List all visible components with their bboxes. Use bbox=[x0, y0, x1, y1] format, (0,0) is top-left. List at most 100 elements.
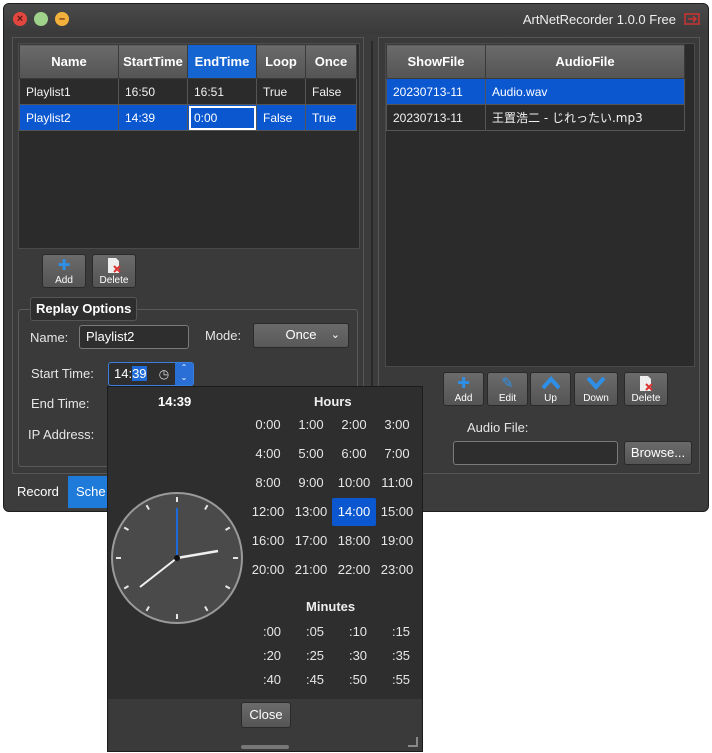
title-bar: × – ArtNetRecorder 1.0.0 Free bbox=[4, 4, 708, 34]
table-cell[interactable]: 王置浩二 - じれったい.mp3 bbox=[485, 104, 685, 131]
column-header-name[interactable]: Name bbox=[19, 44, 119, 79]
column-header-endtime[interactable]: EndTime bbox=[187, 44, 257, 79]
hour-option[interactable]: 7:00 bbox=[375, 440, 419, 468]
minute-option[interactable]: :40 bbox=[250, 669, 294, 691]
table-row[interactable]: 20230713-11 王置浩二 - じれったい.mp3 bbox=[386, 104, 685, 131]
hour-option[interactable]: 4:00 bbox=[246, 440, 290, 468]
table-row[interactable]: Playlist1 16:50 16:51 True False bbox=[19, 78, 357, 105]
table-cell[interactable]: 20230713-11 bbox=[386, 78, 486, 105]
picker-current-time: 14:39 bbox=[158, 394, 192, 409]
start-time-text[interactable]: 14:39 bbox=[114, 366, 147, 381]
hour-option[interactable]: 10:00 bbox=[332, 469, 376, 497]
close-window-button[interactable]: × bbox=[13, 12, 27, 26]
hour-option[interactable]: 16:00 bbox=[246, 527, 290, 555]
minute-option[interactable]: :00 bbox=[250, 621, 294, 643]
tab-schedule[interactable]: Sche bbox=[68, 476, 112, 508]
clock-icon[interactable]: ◷ bbox=[155, 365, 173, 383]
hour-option[interactable]: 22:00 bbox=[332, 556, 376, 584]
ip-address-label: IP Address: bbox=[28, 427, 95, 442]
hour-option[interactable]: 0:00 bbox=[246, 411, 290, 439]
time-spinner[interactable]: ⌃ ⌄ bbox=[175, 363, 193, 385]
hour-option[interactable]: 23:00 bbox=[375, 556, 419, 584]
add-playlist-button[interactable]: ✚ Add bbox=[42, 254, 86, 288]
resize-grip[interactable] bbox=[241, 745, 289, 749]
hour-option[interactable]: 14:00 bbox=[332, 498, 376, 526]
table-row-selected[interactable]: 20230713-11 Audio.wav bbox=[386, 78, 685, 105]
add-show-button[interactable]: ✚ Add bbox=[443, 372, 484, 406]
column-header-starttime[interactable]: StartTime bbox=[118, 44, 188, 79]
minute-option[interactable]: :55 bbox=[379, 669, 423, 691]
minute-option[interactable]: :05 bbox=[293, 621, 337, 643]
hour-option[interactable]: 17:00 bbox=[289, 527, 333, 555]
table-cell[interactable]: 16:51 bbox=[187, 78, 257, 105]
show-grid: ShowFile AudioFile 20230713-11 Audio.wav… bbox=[385, 43, 695, 367]
app-icon bbox=[684, 13, 700, 25]
edit-show-button[interactable]: ✎ Edit bbox=[487, 372, 528, 406]
close-picker-button[interactable]: Close bbox=[241, 702, 291, 728]
hour-option[interactable]: 15:00 bbox=[375, 498, 419, 526]
hour-option[interactable]: 11:00 bbox=[375, 469, 419, 497]
minute-option[interactable]: :15 bbox=[379, 621, 423, 643]
minute-option[interactable]: :20 bbox=[250, 645, 294, 667]
minute-option[interactable]: :10 bbox=[336, 621, 380, 643]
table-cell[interactable]: Playlist1 bbox=[19, 78, 119, 105]
name-field[interactable]: Playlist2 bbox=[79, 325, 189, 349]
hour-option[interactable]: 9:00 bbox=[289, 469, 333, 497]
column-header-loop[interactable]: Loop bbox=[256, 44, 306, 79]
move-up-button[interactable]: Up bbox=[530, 372, 571, 406]
start-time-minutes: 39 bbox=[132, 366, 147, 381]
mode-label: Mode: bbox=[205, 328, 242, 343]
hour-option[interactable]: 18:00 bbox=[332, 527, 376, 555]
delete-show-button[interactable]: Delete bbox=[624, 372, 668, 406]
table-cell[interactable]: True bbox=[305, 104, 357, 131]
minute-option[interactable]: :35 bbox=[379, 645, 423, 667]
mode-select[interactable]: Once ⌄ bbox=[253, 323, 349, 348]
table-row-selected[interactable]: Playlist2 14:39 0:00 False True bbox=[19, 104, 357, 131]
minimize-window-button[interactable]: – bbox=[55, 12, 69, 26]
table-cell[interactable]: 20230713-11 bbox=[386, 104, 486, 131]
playlist-grid: Name StartTime EndTime Loop Once Playlis… bbox=[18, 43, 360, 249]
delete-file-icon bbox=[93, 257, 135, 275]
window-title: ArtNetRecorder 1.0.0 Free bbox=[522, 12, 676, 27]
hour-option[interactable]: 3:00 bbox=[375, 411, 419, 439]
browse-button[interactable]: Browse... bbox=[624, 441, 692, 465]
minute-option[interactable]: :30 bbox=[336, 645, 380, 667]
hour-option[interactable]: 2:00 bbox=[332, 411, 376, 439]
maximize-window-button[interactable] bbox=[34, 12, 48, 26]
hour-option[interactable]: 1:00 bbox=[289, 411, 333, 439]
table-cell[interactable]: Audio.wav bbox=[485, 78, 685, 105]
table-cell[interactable]: 16:50 bbox=[118, 78, 188, 105]
hour-option[interactable]: 19:00 bbox=[375, 527, 419, 555]
hour-option[interactable]: 8:00 bbox=[246, 469, 290, 497]
chevron-up-icon bbox=[531, 375, 570, 393]
minute-option[interactable]: :50 bbox=[336, 669, 380, 691]
end-time-label: End Time: bbox=[31, 396, 90, 411]
audio-file-field[interactable] bbox=[453, 441, 618, 465]
move-down-button[interactable]: Down bbox=[574, 372, 618, 406]
table-cell-editing[interactable]: 0:00 bbox=[187, 104, 257, 131]
minute-option[interactable]: :25 bbox=[293, 645, 337, 667]
delete-playlist-button[interactable]: Delete bbox=[92, 254, 136, 288]
table-cell[interactable]: 14:39 bbox=[118, 104, 188, 131]
resize-corner-icon[interactable] bbox=[408, 737, 418, 747]
minute-option[interactable]: :45 bbox=[293, 669, 337, 691]
hour-option[interactable]: 5:00 bbox=[289, 440, 333, 468]
name-label: Name: bbox=[30, 330, 69, 345]
hour-option[interactable]: 12:00 bbox=[246, 498, 290, 526]
column-header-once[interactable]: Once bbox=[305, 44, 357, 79]
hour-option[interactable]: 6:00 bbox=[332, 440, 376, 468]
hour-option[interactable]: 21:00 bbox=[289, 556, 333, 584]
table-cell[interactable]: True bbox=[256, 78, 306, 105]
table-cell[interactable]: False bbox=[305, 78, 357, 105]
audio-file-label: Audio File: bbox=[467, 420, 529, 435]
table-cell[interactable]: False bbox=[256, 104, 306, 131]
column-header-showfile[interactable]: ShowFile bbox=[386, 44, 486, 79]
hour-option[interactable]: 13:00 bbox=[289, 498, 333, 526]
hours-title: Hours bbox=[314, 394, 352, 409]
table-cell[interactable]: Playlist2 bbox=[19, 104, 119, 131]
hour-option[interactable]: 20:00 bbox=[246, 556, 290, 584]
tab-record[interactable]: Record bbox=[9, 476, 69, 508]
column-header-audiofile[interactable]: AudioFile bbox=[485, 44, 685, 79]
start-time-picker[interactable]: 14:39 ◷ ⌃ ⌄ bbox=[108, 362, 194, 386]
mode-value: Once bbox=[285, 327, 317, 342]
